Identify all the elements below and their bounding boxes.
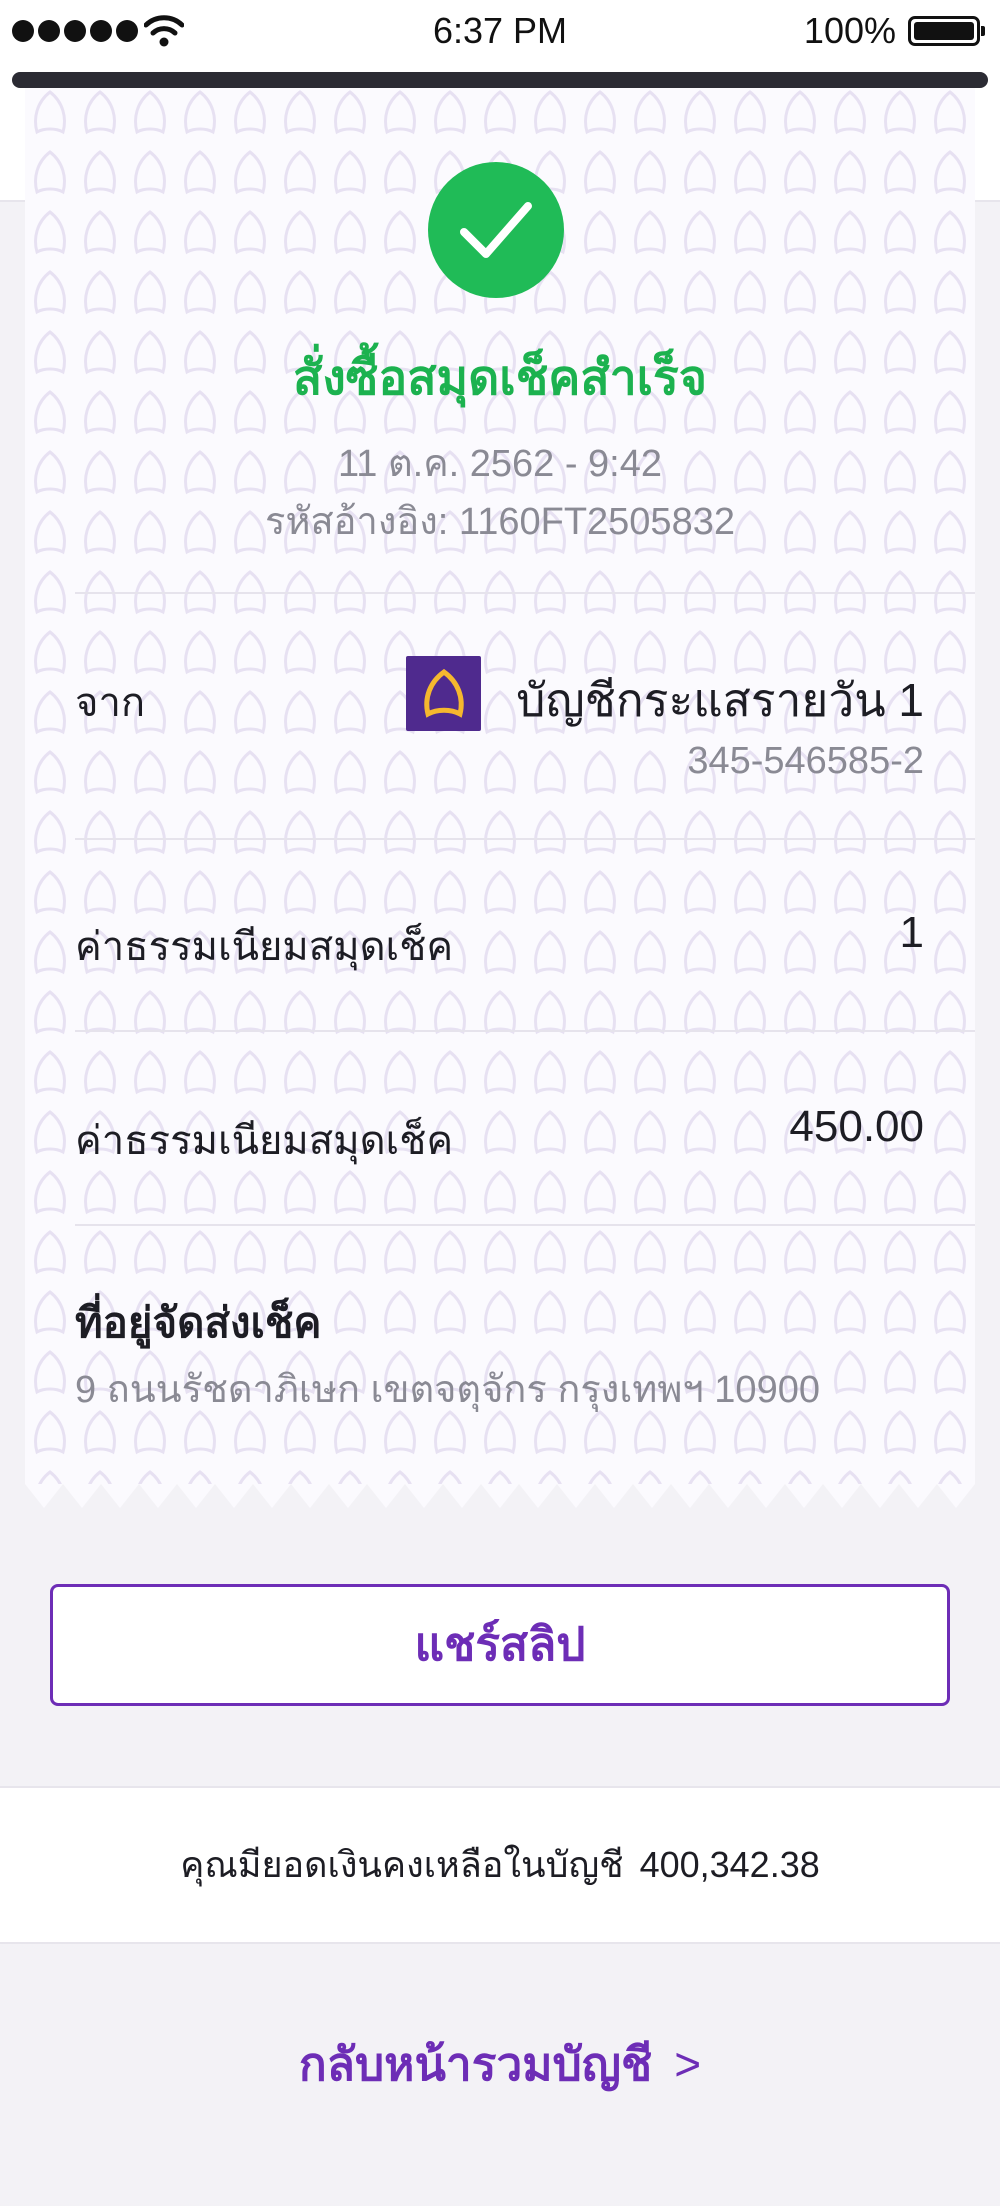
back-link-label: กลับหน้ารวมบัญชี <box>298 2038 653 2090</box>
fee-row-label: ค่าธรรมเนียมสมุดเช็ค <box>75 1119 454 1163</box>
battery-percent: 100% <box>803 10 896 51</box>
receipt-title: สั่งซื้อสมุดเช็คสำเร็จ <box>293 352 707 405</box>
battery-icon <box>908 16 985 46</box>
check-icon <box>460 202 532 258</box>
address-text: 9 ถนนรัชดาภิเษก เขตจตุจักร กรุงเทพฯ 1090… <box>75 1369 820 1411</box>
balance-amount: 400,342.38 <box>639 1844 820 1885</box>
status-bar: 6:37 PM 100% <box>0 0 1000 64</box>
account-number: 345-546585-2 <box>687 740 924 782</box>
receipt-torn-edge <box>25 1484 975 1508</box>
fee-row-value: 1 <box>899 908 924 957</box>
fee-row-value: 450.00 <box>789 1102 924 1151</box>
from-label: จาก <box>75 681 146 725</box>
receipt-datetime: 11 ต.ค. 2562 - 9:42 <box>337 443 663 485</box>
divider <box>75 1224 975 1226</box>
account-name: บัญชีกระแสรายวัน 1 <box>516 674 924 726</box>
balance-panel: คุณมียอดเงินคงเหลือในบัญชี 400,342.38 <box>0 1786 1000 1944</box>
receipt-reference: รหัสอ้างอิง: 1160FT2505832 <box>265 501 735 543</box>
divider <box>75 592 975 594</box>
divider <box>75 1030 975 1032</box>
fee-row-label: ค่าธรรมเนียมสมุดเช็ค <box>75 925 454 969</box>
address-title: ที่อยู่จัดส่งเช็ค <box>75 1299 322 1346</box>
bank-logo-icon <box>406 656 481 731</box>
receipt-slot <box>12 72 988 88</box>
back-to-accounts-link[interactable]: กลับหน้ารวมบัญชี > <box>0 2028 1000 2101</box>
divider <box>75 838 975 840</box>
success-check-icon <box>428 162 564 298</box>
balance-label: คุณมียอดเงินคงเหลือในบัญชี <box>180 1844 624 1885</box>
share-slip-button[interactable]: แชร์สลิป <box>50 1584 950 1706</box>
chevron-right-icon: > <box>674 2038 702 2090</box>
